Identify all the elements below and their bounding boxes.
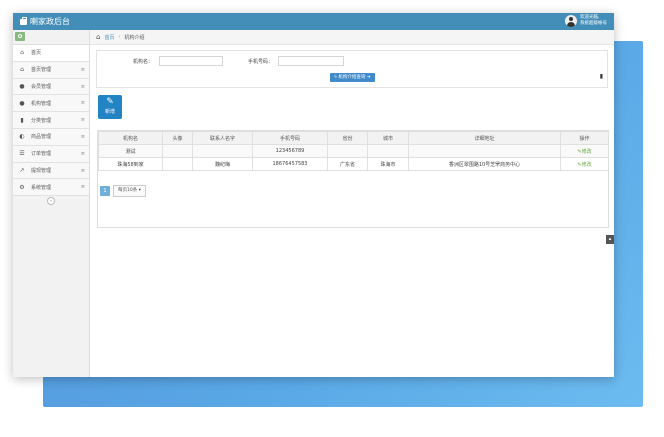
bookmark-icon: ▮ <box>20 116 24 124</box>
bookmark-icon[interactable]: ▮ <box>600 73 603 80</box>
menu-toggle-icon[interactable]: ≡ <box>81 134 85 140</box>
sidebar-item-label: 订单管理 <box>31 151 52 158</box>
data-table-panel: 机构名 头像 联系人名字 手机号码 省份 城市 详细地址 操作 测试 123456789 ✎修改珠… <box>97 130 609 228</box>
column-header: 省份 <box>327 131 368 145</box>
name-input[interactable] <box>159 56 223 66</box>
order-icon: ☰ <box>19 150 25 158</box>
main-content: ⌂ 首页 › 机构介绍 机构名： 手机号码： ϟ 机构介绍查询 ➔ ▮ ✎ 新增… <box>90 30 614 377</box>
breadcrumb-current: 机构介绍 <box>124 34 145 41</box>
home-icon: ⌂ <box>96 33 101 41</box>
table-row: 测试 123456789 ✎修改 <box>98 144 609 158</box>
table-cell <box>408 144 561 158</box>
withdraw-icon: ↗ <box>19 166 25 174</box>
collapse-icon[interactable]: « <box>47 197 55 206</box>
per-page-select[interactable]: 每页10条 ▾ <box>113 185 146 197</box>
flash-icon: ϟ <box>334 75 337 80</box>
briefcase-icon <box>20 16 27 25</box>
sidebar-item[interactable]: ● 会员管理 ≡ <box>13 78 89 96</box>
menu-toggle-icon[interactable]: ≡ <box>81 84 85 90</box>
table-cell <box>327 144 368 158</box>
column-header: 城市 <box>367 131 409 145</box>
sidebar-item[interactable]: ☰ 订单管理 ≡ <box>13 145 89 163</box>
search-panel: 机构名： 手机号码： ϟ 机构介绍查询 ➔ ▮ <box>96 50 608 88</box>
table-cell: 测试 <box>98 144 163 158</box>
sidebar-item-label: 提现管理 <box>31 167 52 174</box>
edit-icon: ✎ <box>106 97 114 107</box>
table-cell: 18676457583 <box>252 157 328 171</box>
table-cell: 香洲区翠围路10号芝罘商务中心 <box>408 157 561 171</box>
column-header: 机构名 <box>98 131 163 145</box>
sidebar-item-label: 首页管理 <box>31 67 52 74</box>
sidebar-item[interactable]: ⌂ 首页 <box>13 45 89 62</box>
sidebar-item[interactable]: ↗ 提现管理 ≡ <box>13 162 89 180</box>
settings-shortcut-icon[interactable]: ✿ <box>15 32 25 41</box>
breadcrumb-separator: › <box>118 34 121 40</box>
agency-icon: ● <box>19 99 25 107</box>
pagination: 1 每页10条 ▾ <box>100 185 146 197</box>
sidebar-item[interactable]: ⚙ 系统管理 ≡ <box>13 179 89 197</box>
table-cell: 魏纪梅 <box>192 157 253 171</box>
add-button[interactable]: ✎ 新增 <box>98 95 122 119</box>
breadcrumb-home[interactable]: 首页 <box>104 34 114 41</box>
column-header: 联系人名字 <box>192 131 253 145</box>
sidebar-collapse[interactable]: « <box>13 196 89 206</box>
menu-toggle-icon[interactable]: ≡ <box>81 100 85 106</box>
breadcrumb: ⌂ 首页 › 机构介绍 <box>90 30 614 45</box>
sidebar-item[interactable]: ◐ 商品管理 ≡ <box>13 128 89 146</box>
sidebar-item-label: 首页 <box>31 50 42 57</box>
menu-toggle-icon[interactable]: ≡ <box>81 168 85 174</box>
sidebar-item[interactable]: ● 机构管理 ≡ <box>13 95 89 113</box>
column-header: 头像 <box>162 131 193 145</box>
column-header: 详细地址 <box>408 131 561 145</box>
menu-toggle-icon[interactable]: ≡ <box>81 151 85 157</box>
table-row: 珠海58到家 魏纪梅 18676457583 广东省 珠海市 香洲区翠围路10号芝罘商务中… <box>98 157 609 171</box>
sidebar-item-label: 商品管理 <box>31 134 52 141</box>
member-icon: ● <box>19 82 25 90</box>
app-window: 喇家政后台 欢迎光临, 系统超级帐号 ✿ ⌂ 首页 ⌂ 首页管理 ≡ ● 会员管理 ≡ ● 机构管… <box>13 13 614 377</box>
phone-label: 手机号码： <box>248 59 274 65</box>
table-cell <box>192 144 253 158</box>
sidebar-item-label: 分类管理 <box>31 117 52 124</box>
table-cell: 广东省 <box>327 157 368 171</box>
top-navbar: 喇家政后台 欢迎光临, 系统超级帐号 <box>13 13 614 30</box>
table-cell: 123456789 <box>252 144 328 158</box>
table-cell: 珠海市 <box>367 157 409 171</box>
page-number[interactable]: 1 <box>100 186 110 196</box>
sidebar-item-label: 会员管理 <box>31 83 52 90</box>
menu-toggle-icon[interactable]: ≡ <box>81 184 85 190</box>
phone-input[interactable] <box>278 56 344 66</box>
product-icon: ◐ <box>19 133 25 141</box>
column-header: 手机号码 <box>252 131 328 145</box>
table-cell <box>367 144 409 158</box>
column-header: 操作 <box>560 131 609 145</box>
system-icon: ⚙ <box>19 183 25 191</box>
sidebar-item-label: 机构管理 <box>31 100 52 107</box>
brand[interactable]: 喇家政后台 <box>20 16 70 27</box>
user-menu[interactable]: 欢迎光临, 系统超级帐号 <box>565 15 607 27</box>
home-icon: ⌂ <box>20 49 24 57</box>
agency-table: 机构名 头像 联系人名字 手机号码 省份 城市 详细地址 操作 测试 123456789 ✎修改珠… <box>98 131 609 171</box>
home-manage-icon: ⌂ <box>20 66 24 74</box>
table-cell: 珠海58到家 <box>98 157 163 171</box>
user-name: 系统超级帐号 <box>580 21 607 26</box>
edit-link[interactable]: ✎修改 <box>560 157 609 171</box>
scroll-up-icon[interactable]: ▴ <box>606 235 614 244</box>
name-label: 机构名： <box>133 59 154 65</box>
search-button[interactable]: ϟ 机构介绍查询 ➔ <box>330 73 375 82</box>
sidebar-item-label: 系统管理 <box>31 184 52 191</box>
table-cell <box>162 157 193 171</box>
table-cell <box>162 144 193 158</box>
menu-toggle-icon[interactable]: ≡ <box>81 117 85 123</box>
sidebar: ✿ ⌂ 首页 ⌂ 首页管理 ≡ ● 会员管理 ≡ ● 机构管理 ≡ ▮ 分类管理 ≡ ◐ 商品管理 ≡ ☰ 订单管理… <box>13 30 90 377</box>
sidebar-shortcuts: ✿ <box>13 30 89 45</box>
app-title: 喇家政后台 <box>30 17 70 26</box>
sidebar-item[interactable]: ▮ 分类管理 ≡ <box>13 112 89 129</box>
sidebar-item[interactable]: ⌂ 首页管理 ≡ <box>13 61 89 79</box>
avatar[interactable] <box>565 15 577 27</box>
menu-toggle-icon[interactable]: ≡ <box>81 67 85 73</box>
edit-link[interactable]: ✎修改 <box>560 144 609 158</box>
